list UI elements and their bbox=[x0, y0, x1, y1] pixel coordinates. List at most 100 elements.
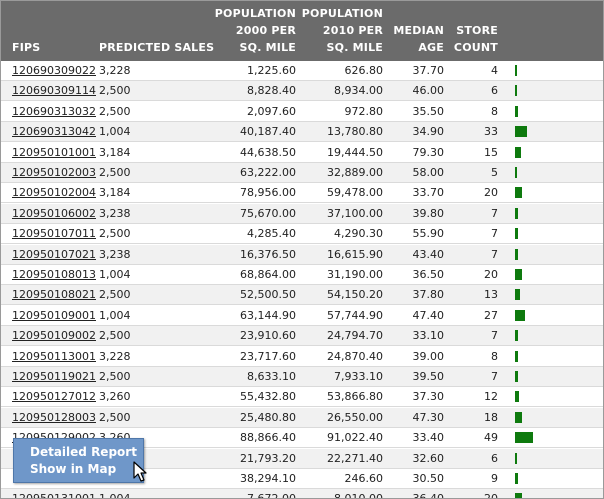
fips-link[interactable]: 120950102004 bbox=[12, 186, 96, 199]
store-count-cell: 49 bbox=[484, 431, 498, 444]
menu-item-show-in-map[interactable]: Show in Map bbox=[30, 461, 116, 477]
store-count-bar bbox=[515, 493, 522, 498]
header-store-count[interactable]: STORE COUNT bbox=[454, 22, 498, 56]
fips-link[interactable]: 120950102003 bbox=[12, 166, 96, 179]
population-2000-cell: 25,480.80 bbox=[240, 411, 296, 424]
table-row[interactable]: 120950127012 3,260 55,432.80 53,866.80 37.30… bbox=[1, 387, 603, 407]
fips-cell: 120690309022 bbox=[12, 61, 96, 80]
table-row[interactable]: 120950101001 3,184 44,638.50 19,444.50 79.30… bbox=[1, 143, 603, 163]
table-row[interactable]: 120690313032 2,500 2,097.60 972.80 35.50 8 bbox=[1, 102, 603, 122]
store-count-bar bbox=[515, 208, 518, 219]
table-row[interactable]: 120690309114 2,500 8,828.40 8,934.00 46.00 6 bbox=[1, 81, 603, 101]
fips-cell: 120950113001 bbox=[12, 347, 96, 366]
table-row[interactable]: 120950107021 3,238 16,376.50 16,615.90 43.40… bbox=[1, 245, 603, 265]
population-2000-cell: 23,717.60 bbox=[240, 350, 296, 363]
header-population-2010[interactable]: POPULATION 2010 PER SQ. MILE bbox=[302, 5, 383, 56]
fips-link[interactable]: 120950106002 bbox=[12, 207, 96, 220]
population-2010-cell: 16,615.90 bbox=[327, 248, 383, 261]
table-row[interactable]: 120950102004 3,184 78,956.00 59,478.00 33.70… bbox=[1, 183, 603, 203]
row-context-menu: Detailed Report Show in Map bbox=[13, 438, 144, 483]
predicted-sales-cell: 3,228 bbox=[99, 350, 131, 363]
fips-cell: 120950108021 bbox=[12, 285, 96, 304]
header-store-count-line1: STORE bbox=[456, 24, 498, 37]
table-row[interactable]: 120950128003 2,500 25,480.80 26,550.00 47.30… bbox=[1, 408, 603, 428]
header-pop2000-line1: POPULATION bbox=[214, 7, 296, 20]
store-count-bar bbox=[515, 351, 518, 362]
table-row[interactable]: 120950119021 2,500 8,633.10 7,933.10 39.50 7 bbox=[1, 367, 603, 387]
median-age-cell: 34.90 bbox=[412, 125, 445, 138]
table-row[interactable]: 120690309022 3,228 1,225.60 626.80 37.70 4 bbox=[1, 61, 603, 81]
header-pop2010-line3: SQ. MILE bbox=[326, 41, 383, 54]
population-2000-cell: 88,866.40 bbox=[240, 431, 296, 444]
fips-link[interactable]: 120950109001 bbox=[12, 309, 96, 322]
store-count-bar bbox=[515, 391, 519, 402]
fips-cell: 120950107011 bbox=[12, 224, 96, 243]
fips-link[interactable]: 120950128003 bbox=[12, 411, 96, 424]
fips-cell: 120690313042 bbox=[12, 122, 96, 141]
fips-link[interactable]: 120950107021 bbox=[12, 248, 96, 261]
population-2000-cell: 4,285.40 bbox=[247, 227, 296, 240]
header-pop2010-line1: POPULATION bbox=[301, 7, 383, 20]
population-2000-cell: 55,432.80 bbox=[240, 390, 296, 403]
table-row[interactable]: 120950109001 1,004 63,144.90 57,744.90 47.40… bbox=[1, 306, 603, 326]
fips-link[interactable]: 120950108021 bbox=[12, 288, 96, 301]
menu-item-detailed-report[interactable]: Detailed Report bbox=[30, 444, 137, 460]
fips-link[interactable]: 120690309022 bbox=[12, 64, 96, 77]
table-row[interactable]: 120950108021 2,500 52,500.50 54,150.20 37.80… bbox=[1, 285, 603, 305]
table-row[interactable]: 120950109002 2,500 23,910.60 24,794.70 33.10… bbox=[1, 326, 603, 346]
header-predicted-sales[interactable]: PREDICTED SALES bbox=[99, 39, 214, 56]
store-count-bar bbox=[515, 330, 518, 341]
median-age-cell: 33.40 bbox=[412, 431, 445, 444]
median-age-cell: 36.40 bbox=[412, 492, 445, 499]
median-age-cell: 32.60 bbox=[412, 452, 445, 465]
fips-cell: 120950107021 bbox=[12, 245, 96, 264]
fips-link[interactable]: 120690309114 bbox=[12, 84, 96, 97]
table-row[interactable]: 120950106002 3,238 75,670.00 37,100.00 39.80… bbox=[1, 204, 603, 224]
fips-link[interactable]: 120950127012 bbox=[12, 390, 96, 403]
results-table-panel: FIPS PREDICTED SALES POPULATION 2000 PER… bbox=[0, 0, 604, 499]
fips-cell: 120950127012 bbox=[12, 387, 96, 406]
table-row[interactable]: 120690313042 1,004 40,187.40 13,780.80 34.90… bbox=[1, 122, 603, 142]
header-fips[interactable]: FIPS bbox=[12, 39, 40, 56]
store-count-bar bbox=[515, 65, 517, 76]
predicted-sales-cell: 2,500 bbox=[99, 411, 131, 424]
table-row[interactable]: 120950107011 2,500 4,285.40 4,290.30 55.90 7 bbox=[1, 224, 603, 244]
fips-link[interactable]: 120690313042 bbox=[12, 125, 96, 138]
fips-link[interactable]: 120950109002 bbox=[12, 329, 96, 342]
store-count-bar bbox=[515, 228, 518, 239]
predicted-sales-cell: 2,500 bbox=[99, 227, 131, 240]
header-median-age[interactable]: MEDIAN AGE bbox=[393, 22, 444, 56]
population-2010-cell: 972.80 bbox=[344, 105, 384, 118]
fips-link[interactable]: 120950107011 bbox=[12, 227, 96, 240]
median-age-cell: 47.30 bbox=[412, 411, 445, 424]
fips-link[interactable]: 120950113001 bbox=[12, 350, 96, 363]
predicted-sales-cell: 3,184 bbox=[99, 146, 131, 159]
fips-link[interactable]: 120950108013 bbox=[12, 268, 96, 281]
fips-link[interactable]: 120690313032 bbox=[12, 105, 96, 118]
population-2000-cell: 75,670.00 bbox=[240, 207, 296, 220]
population-2000-cell: 63,222.00 bbox=[240, 166, 296, 179]
table-row[interactable]: 120950113001 3,228 23,717.60 24,870.40 39.00… bbox=[1, 347, 603, 367]
store-count-bar bbox=[515, 371, 518, 382]
header-fips-line: FIPS bbox=[12, 41, 41, 54]
population-2000-cell: 2,097.60 bbox=[247, 105, 296, 118]
fips-cell: 120950128003 bbox=[12, 408, 96, 427]
arrow-cursor-icon bbox=[133, 461, 147, 482]
fips-cell: 120950101001 bbox=[12, 143, 96, 162]
predicted-sales-cell: 1,004 bbox=[99, 125, 131, 138]
table-row[interactable]: 120950102003 2,500 63,222.00 32,889.00 58.00… bbox=[1, 163, 603, 183]
table-row[interactable]: 120950131001 1,004 7,672.00 8,010.00 36.40 20 bbox=[1, 489, 603, 499]
population-2010-cell: 37,100.00 bbox=[327, 207, 383, 220]
population-2000-cell: 7,672.00 bbox=[247, 492, 296, 499]
predicted-sales-cell: 2,500 bbox=[99, 370, 131, 383]
predicted-sales-cell: 2,500 bbox=[99, 84, 131, 97]
fips-link[interactable]: 120950131001 bbox=[12, 492, 96, 498]
fips-link[interactable]: 120950101001 bbox=[12, 146, 96, 159]
fips-link[interactable]: 120950119021 bbox=[12, 370, 96, 383]
predicted-sales-cell: 3,228 bbox=[99, 64, 131, 77]
store-count-bar bbox=[515, 432, 533, 443]
store-count-bar bbox=[515, 106, 518, 117]
median-age-cell: 58.00 bbox=[412, 166, 445, 179]
table-row[interactable]: 120950108013 1,004 68,864.00 31,190.00 36.50… bbox=[1, 265, 603, 285]
header-population-2000[interactable]: POPULATION 2000 PER SQ. MILE bbox=[215, 5, 296, 56]
